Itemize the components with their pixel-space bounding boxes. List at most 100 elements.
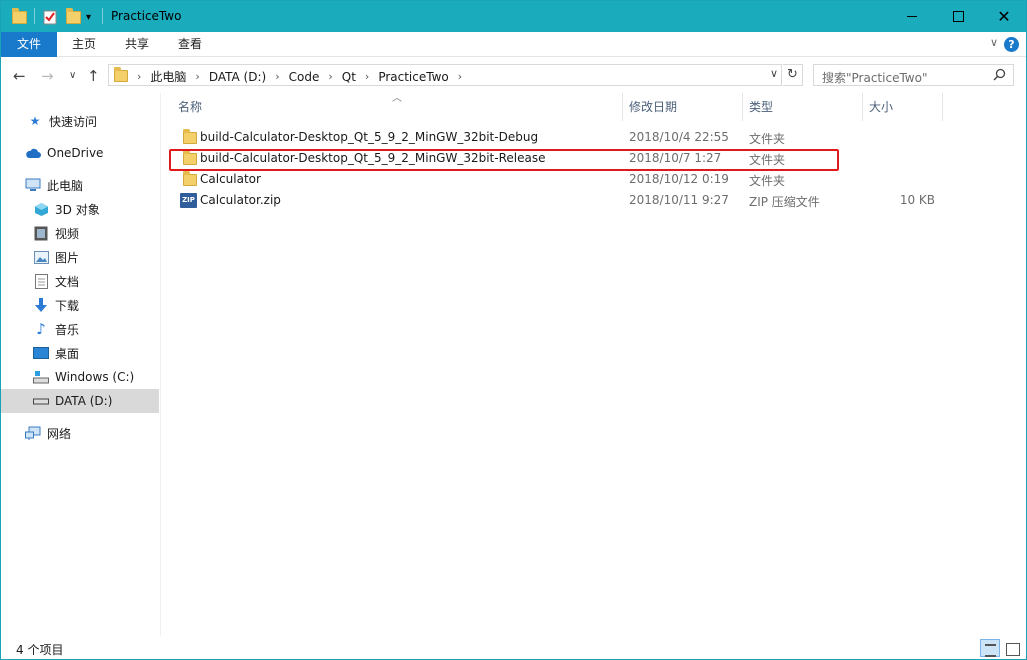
document-icon (33, 273, 49, 289)
sidebar-item-data-d[interactable]: DATA (D:) (1, 389, 159, 413)
cube-icon (33, 201, 49, 217)
music-icon: ♪ (36, 320, 46, 338)
file-date: 2018/10/4 22:55 (629, 130, 729, 144)
drive-icon (33, 369, 49, 385)
up-arrow-icon[interactable]: ↑ (87, 67, 100, 85)
star-icon: ★ (29, 114, 41, 128)
breadcrumb: › 此电脑 › DATA (D:) › Code › Qt › Practice… (137, 68, 463, 85)
item-count: 4 个项目 (16, 643, 64, 657)
ribbon-tabs: 文件 主页 共享 查看 ∨ ? (1, 32, 1026, 57)
breadcrumb-practicetwo[interactable]: PracticeTwo (378, 70, 448, 84)
file-name: Calculator (200, 172, 261, 186)
customize-toolbar-chevron-icon[interactable]: ▾ (86, 7, 91, 27)
tab-file[interactable]: 文件 (1, 32, 57, 57)
download-icon (33, 297, 49, 313)
details-view-button[interactable] (980, 639, 1000, 657)
new-folder-icon[interactable] (66, 7, 81, 27)
film-icon (33, 225, 49, 241)
column-header-size[interactable]: 大小 (863, 93, 943, 121)
address-dropdown-chevron-icon[interactable]: ∨ (770, 67, 778, 80)
zip-icon: ZIP (180, 193, 197, 208)
properties-icon[interactable] (42, 7, 58, 27)
column-header-type[interactable]: 类型 (743, 93, 863, 121)
file-size: 10 KB (899, 193, 935, 207)
table-row[interactable]: build-Calculator-Desktop_Qt_5_9_2_MinGW_… (170, 127, 938, 148)
sidebar-item-this-pc[interactable]: 此电脑 (1, 173, 159, 197)
file-type: 文件夹 (749, 132, 786, 146)
breadcrumb-data-drive[interactable]: DATA (D:) (209, 70, 266, 84)
sidebar-item-downloads[interactable]: 下载 (1, 293, 159, 317)
breadcrumb-this-pc[interactable]: 此电脑 (150, 68, 186, 85)
explorer-window: ▾ PracticeTwo ✕ 文件 主页 共享 查看 ∨ ? ← → ∨ ↑ … (0, 0, 1027, 660)
sidebar-item-documents[interactable]: 文档 (1, 269, 159, 293)
title-bar: ▾ PracticeTwo ✕ (1, 1, 1026, 32)
close-button[interactable]: ✕ (981, 1, 1027, 32)
file-date: 2018/10/11 9:27 (629, 193, 729, 207)
tab-home[interactable]: 主页 (61, 32, 107, 57)
sidebar-item-videos[interactable]: 视频 (1, 221, 159, 245)
minimize-button[interactable] (889, 1, 935, 32)
table-row[interactable]: ZIP Calculator.zip 2018/10/11 9:27 ZIP 压… (170, 190, 938, 211)
sidebar-item-label: 文档 (55, 274, 80, 289)
sidebar-item-quick-access[interactable]: ★ 快速访问 (1, 109, 159, 133)
navigation-pane: ★ 快速访问 OneDrive 此电脑 3D 对象 视频 图片 文档 下载 ♪ … (1, 93, 161, 636)
sidebar-item-onedrive[interactable]: OneDrive (1, 141, 159, 165)
computer-icon (25, 177, 41, 193)
file-list: ︿ 名称 修改日期 类型 大小 build-Calculator-Desktop… (162, 93, 1026, 636)
sidebar-item-label: 音乐 (55, 322, 80, 337)
sidebar-item-windows-c[interactable]: Windows (C:) (1, 365, 159, 389)
sidebar-item-label: 桌面 (55, 346, 80, 361)
column-header-date[interactable]: 修改日期 (623, 93, 743, 121)
large-icons-view-button[interactable] (1002, 639, 1022, 657)
maximize-button[interactable] (935, 1, 981, 32)
picture-icon (33, 249, 49, 265)
sidebar-item-label: DATA (D:) (55, 394, 113, 408)
sidebar-item-label: 3D 对象 (55, 202, 100, 217)
file-date: 2018/10/12 0:19 (629, 172, 729, 186)
sidebar-item-3d-objects[interactable]: 3D 对象 (1, 197, 159, 221)
file-type: 文件夹 (749, 174, 786, 188)
tab-share[interactable]: 共享 (114, 32, 160, 57)
sidebar-item-pictures[interactable]: 图片 (1, 245, 159, 269)
breadcrumb-qt[interactable]: Qt (342, 70, 356, 84)
sidebar-item-label: 图片 (55, 250, 80, 265)
window-folder-icon (12, 7, 27, 27)
tab-view[interactable]: 查看 (167, 32, 213, 57)
drive-icon (33, 393, 49, 409)
network-icon (25, 425, 41, 441)
forward-arrow-icon[interactable]: → (41, 67, 54, 85)
sidebar-item-label: 快速访问 (49, 114, 98, 129)
highlight-box (169, 149, 839, 171)
search-input[interactable]: 搜索"PracticeTwo" (813, 64, 1014, 86)
file-name: build-Calculator-Desktop_Qt_5_9_2_MinGW_… (200, 130, 539, 144)
folder-icon (183, 129, 197, 144)
search-placeholder: 搜索"PracticeTwo" (822, 71, 928, 85)
table-row[interactable]: Calculator 2018/10/12 0:19 文件夹 (170, 169, 938, 190)
sidebar-item-label: 下载 (55, 298, 80, 313)
sidebar-item-label: 网络 (47, 426, 72, 441)
file-name: Calculator.zip (200, 193, 281, 207)
column-header-name[interactable]: 名称 (172, 93, 622, 121)
address-bar[interactable]: › 此电脑 › DATA (D:) › Code › Qt › Practice… (108, 64, 782, 86)
sidebar-item-network[interactable]: 网络 (1, 421, 159, 445)
sidebar-item-label: Windows (C:) (55, 370, 135, 384)
refresh-button[interactable]: ↻ (783, 64, 803, 86)
back-arrow-icon[interactable]: ← (13, 67, 26, 85)
desktop-icon (33, 345, 49, 361)
address-folder-icon (114, 67, 128, 82)
breadcrumb-code[interactable]: Code (289, 70, 320, 84)
search-icon[interactable] (993, 68, 1006, 85)
sidebar-item-label: 此电脑 (47, 178, 84, 193)
recent-locations-chevron-icon[interactable]: ∨ (69, 70, 76, 81)
help-icon[interactable]: ? (1004, 37, 1019, 52)
sidebar-item-desktop[interactable]: 桌面 (1, 341, 159, 365)
sidebar-item-label: 视频 (55, 226, 80, 241)
expand-ribbon-chevron-icon[interactable]: ∨ (990, 36, 998, 49)
status-bar: 4 个项目 (1, 637, 1026, 659)
file-type: ZIP 压缩文件 (749, 195, 820, 209)
sidebar-item-label: OneDrive (47, 146, 104, 160)
window-title: PracticeTwo (111, 9, 182, 23)
navigation-bar: ← → ∨ ↑ › 此电脑 › DATA (D:) › Code › Qt › … (1, 58, 1026, 92)
sidebar-item-music[interactable]: ♪ 音乐 (1, 317, 159, 341)
cloud-icon (25, 145, 41, 161)
